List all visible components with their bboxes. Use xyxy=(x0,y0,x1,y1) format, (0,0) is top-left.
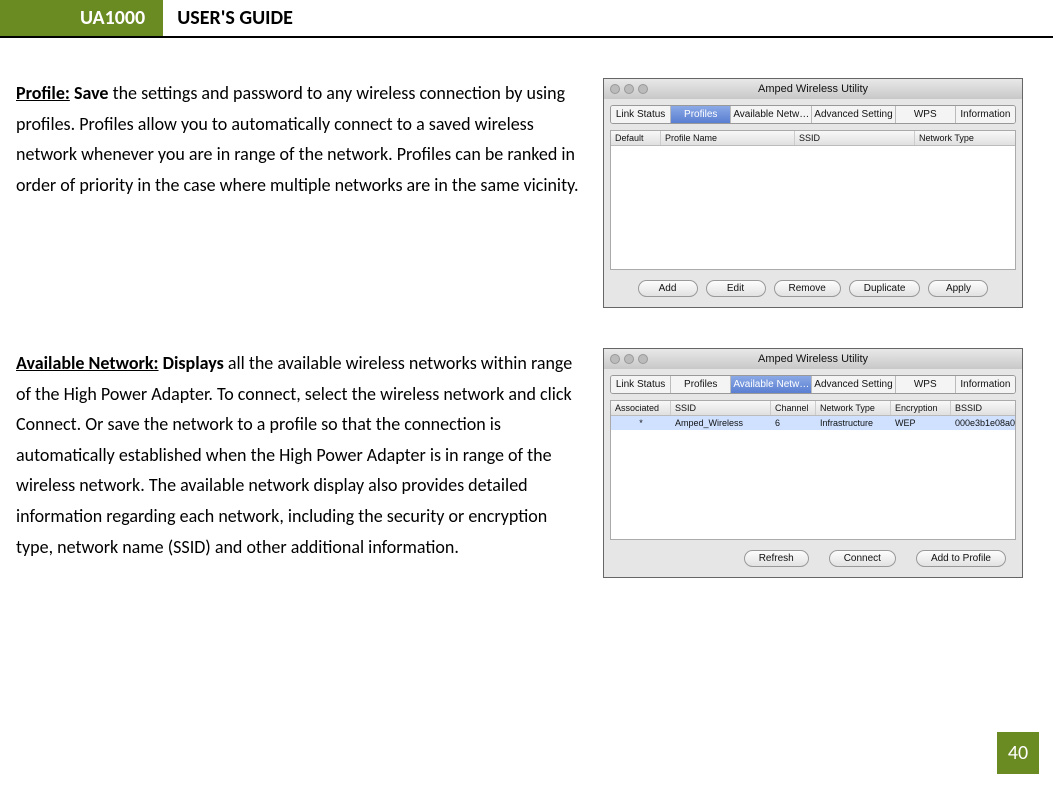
window-title: Amped Wireless Utility xyxy=(604,83,1022,95)
guide-title: USER'S GUIDE xyxy=(163,0,307,36)
cell-channel: 6 xyxy=(771,416,816,430)
tab-information[interactable]: Information xyxy=(956,106,1015,123)
window-titlebar: Amped Wireless Utility xyxy=(604,79,1022,99)
cell-ssid: Amped_Wireless xyxy=(671,416,771,430)
available-button-row: Refresh Connect Add to Profile xyxy=(610,548,1016,571)
tab-advanced-setting[interactable]: Advanced Setting xyxy=(812,376,895,393)
apply-button[interactable]: Apply xyxy=(928,280,988,297)
refresh-button[interactable]: Refresh xyxy=(744,550,809,567)
brand-badge: UA1000 xyxy=(0,0,163,36)
cell-network-type: Infrastructure xyxy=(816,416,891,430)
section-profile: Profile: Save the settings and password … xyxy=(16,78,1023,308)
cell-bssid: 000e3b1e08a0 xyxy=(951,416,1015,430)
tab-profiles[interactable]: Profiles xyxy=(671,106,731,123)
window-titlebar: Amped Wireless Utility xyxy=(604,349,1022,369)
profiles-screenshot: Amped Wireless Utility Link Status Profi… xyxy=(603,78,1023,308)
window-title: Amped Wireless Utility xyxy=(604,353,1022,365)
add-to-profile-button[interactable]: Add to Profile xyxy=(916,550,1006,567)
tab-bar: Link Status Profiles Available Netw… Adv… xyxy=(610,105,1016,124)
available-body: all the available wireless networks with… xyxy=(16,352,572,558)
profile-heading: Profile: xyxy=(16,82,70,104)
available-list-header: Associated SSID Channel Network Type Enc… xyxy=(611,401,1015,416)
tab-advanced-setting[interactable]: Advanced Setting xyxy=(812,106,895,123)
col-channel: Channel xyxy=(771,401,816,415)
profiles-button-row: Add Edit Remove Duplicate Apply xyxy=(610,278,1016,301)
tab-link-status[interactable]: Link Status xyxy=(611,376,671,393)
duplicate-button[interactable]: Duplicate xyxy=(849,280,921,297)
available-list[interactable]: Associated SSID Channel Network Type Enc… xyxy=(610,400,1016,540)
cell-associated: * xyxy=(611,416,671,430)
profiles-list-header: Default Profile Name SSID Network Type xyxy=(611,131,1015,146)
col-default: Default xyxy=(611,131,661,145)
col-associated: Associated xyxy=(611,401,671,415)
tab-profiles[interactable]: Profiles xyxy=(671,376,731,393)
page-number: 40 xyxy=(997,732,1039,774)
col-encryption: Encryption xyxy=(891,401,951,415)
remove-button[interactable]: Remove xyxy=(774,280,841,297)
section-available-network: Available Network: Displays all the avai… xyxy=(16,348,1023,578)
available-heading: Available Network: xyxy=(16,352,159,374)
tab-wps[interactable]: WPS xyxy=(896,106,956,123)
col-network-type: Network Type xyxy=(816,401,891,415)
available-screenshot: Amped Wireless Utility Link Status Profi… xyxy=(603,348,1023,578)
profile-text: Profile: Save the settings and password … xyxy=(16,78,603,200)
tab-available-network[interactable]: Available Netw… xyxy=(731,376,812,393)
add-button[interactable]: Add xyxy=(638,280,698,297)
available-lead: Displays xyxy=(163,352,224,374)
edit-button[interactable]: Edit xyxy=(706,280,766,297)
tab-link-status[interactable]: Link Status xyxy=(611,106,671,123)
cell-encryption: WEP xyxy=(891,416,951,430)
tab-wps[interactable]: WPS xyxy=(896,376,956,393)
col-ssid: SSID xyxy=(795,131,915,145)
profiles-list[interactable]: Default Profile Name SSID Network Type xyxy=(610,130,1016,270)
tab-information[interactable]: Information xyxy=(956,376,1015,393)
col-ssid: SSID xyxy=(671,401,771,415)
tab-available-network[interactable]: Available Netw… xyxy=(731,106,812,123)
col-bssid: BSSID xyxy=(951,401,1015,415)
page-header: UA1000 USER'S GUIDE xyxy=(0,0,1053,38)
col-network-type: Network Type xyxy=(915,131,1015,145)
connect-button[interactable]: Connect xyxy=(829,550,896,567)
available-text: Available Network: Displays all the avai… xyxy=(16,348,603,562)
tab-bar: Link Status Profiles Available Netw… Adv… xyxy=(610,375,1016,394)
profile-lead: Save xyxy=(74,82,109,104)
col-profile-name: Profile Name xyxy=(661,131,795,145)
network-row[interactable]: * Amped_Wireless 6 Infrastructure WEP 00… xyxy=(611,416,1015,430)
